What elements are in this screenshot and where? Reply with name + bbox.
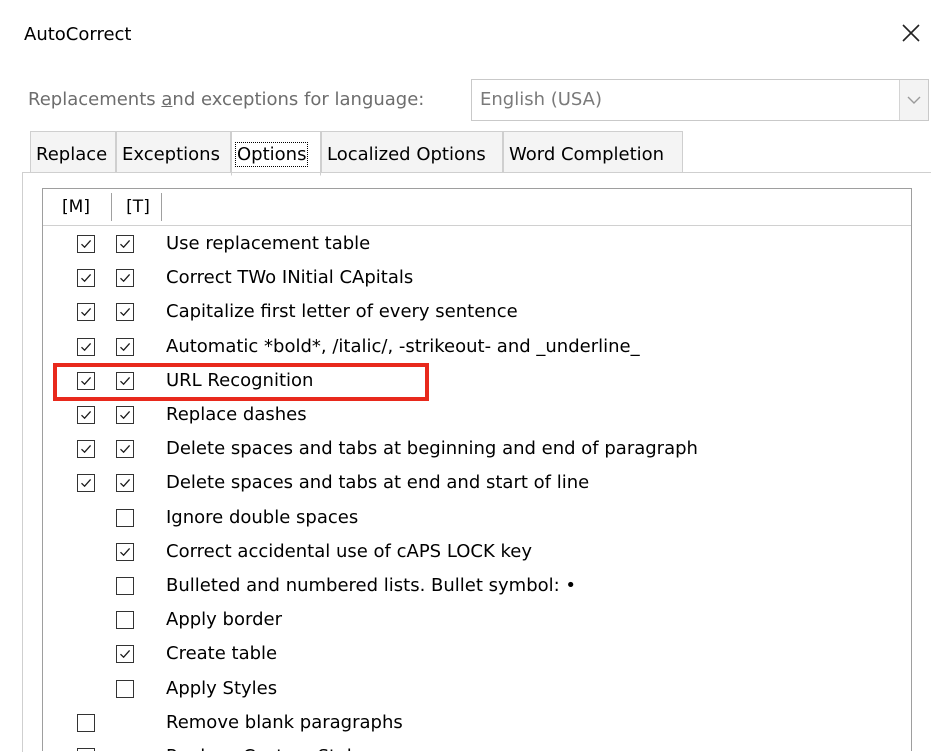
column-header-t[interactable]: [T] [115, 189, 161, 225]
option-row[interactable]: Create table [43, 638, 911, 672]
tab-exceptions[interactable]: Exceptions [116, 131, 231, 173]
checkbox-t[interactable] [116, 680, 134, 698]
options-list[interactable]: [M] [T] Use replacement table Correct TWo… [42, 188, 912, 751]
option-label: Remove blank paragraphs [166, 712, 403, 733]
option-label: Create table [166, 643, 278, 664]
option-row[interactable]: Delete spaces and tabs at end and start … [43, 467, 911, 501]
checkbox-t[interactable] [116, 577, 134, 595]
checkbox-m[interactable] [77, 440, 95, 458]
checkbox-t[interactable] [116, 611, 134, 629]
checkbox-m[interactable] [77, 714, 95, 732]
column-divider [161, 193, 162, 221]
language-select[interactable]: English (USA) [471, 79, 929, 121]
chevron-down-icon[interactable] [899, 80, 928, 120]
tab-word-completion[interactable]: Word Completion [503, 131, 683, 173]
list-header: [M] [T] [43, 189, 911, 226]
checkbox-t[interactable] [116, 269, 134, 287]
option-row[interactable]: Replace Custom Styles [43, 741, 911, 751]
option-row[interactable]: Delete spaces and tabs at beginning and … [43, 433, 911, 467]
language-label: Replacements and exceptions for language… [28, 89, 425, 110]
option-row[interactable]: Apply border [43, 604, 911, 638]
checkbox-m[interactable] [77, 474, 95, 492]
option-row[interactable]: Use replacement table [43, 228, 911, 262]
language-select-value: English (USA) [480, 89, 603, 110]
checkbox-m[interactable] [77, 269, 95, 287]
option-label: Replace Custom Styles [166, 746, 372, 751]
option-label: Ignore double spaces [166, 507, 359, 528]
option-row[interactable]: Replace dashes [43, 399, 911, 433]
tab-replace[interactable]: Replace [30, 131, 116, 173]
option-row[interactable]: Correct TWo INitial CApitals [43, 262, 911, 296]
option-row[interactable]: Remove blank paragraphs [43, 707, 911, 741]
checkbox-t[interactable] [116, 372, 134, 390]
option-label: Bulleted and numbered lists. Bullet symb… [166, 575, 577, 596]
option-row[interactable]: Ignore double spaces [43, 502, 911, 536]
dialog-title: AutoCorrect [24, 24, 132, 45]
option-label: Automatic *bold*, /italic/, -strikeout- … [166, 336, 640, 357]
column-header-m[interactable]: [M] [51, 189, 101, 225]
checkbox-t[interactable] [116, 543, 134, 561]
option-label: Delete spaces and tabs at end and start … [166, 472, 590, 493]
option-label: Use replacement table [166, 233, 371, 254]
option-row[interactable]: Automatic *bold*, /italic/, -strikeout- … [43, 331, 911, 365]
checkbox-m[interactable] [77, 303, 95, 321]
tab-localized-options[interactable]: Localized Options [321, 131, 503, 173]
checkbox-t[interactable] [116, 338, 134, 356]
checkbox-t[interactable] [116, 303, 134, 321]
option-label: Correct TWo INitial CApitals [166, 267, 414, 288]
option-row[interactable]: Bulleted and numbered lists. Bullet symb… [43, 570, 911, 604]
close-icon[interactable] [896, 18, 926, 48]
checkbox-t[interactable] [116, 235, 134, 253]
option-label: Replace dashes [166, 404, 307, 425]
option-label: Delete spaces and tabs at beginning and … [166, 438, 698, 459]
column-divider [111, 193, 112, 221]
option-label: Apply Styles [166, 678, 278, 699]
option-label: Capitalize first letter of every sentenc… [166, 301, 518, 322]
checkbox-m[interactable] [77, 406, 95, 424]
checkbox-t[interactable] [116, 509, 134, 527]
option-row[interactable]: Apply Styles [43, 673, 911, 707]
checkbox-m[interactable] [77, 372, 95, 390]
checkbox-t[interactable] [116, 440, 134, 458]
checkbox-t[interactable] [116, 474, 134, 492]
option-row[interactable]: Correct accidental use of cAPS LOCK key [43, 536, 911, 570]
option-label: Correct accidental use of cAPS LOCK key [166, 541, 532, 562]
checkbox-m[interactable] [77, 338, 95, 356]
option-label: Apply border [166, 609, 282, 630]
option-label: URL Recognition [166, 370, 314, 391]
checkbox-m[interactable] [77, 235, 95, 253]
title-bar: AutoCorrect [0, 0, 931, 70]
tab-options[interactable]: Options [231, 131, 321, 176]
option-row[interactable]: Capitalize first letter of every sentenc… [43, 296, 911, 330]
option-row[interactable]: URL Recognition [43, 365, 911, 399]
checkbox-t[interactable] [116, 645, 134, 663]
checkbox-t[interactable] [116, 406, 134, 424]
